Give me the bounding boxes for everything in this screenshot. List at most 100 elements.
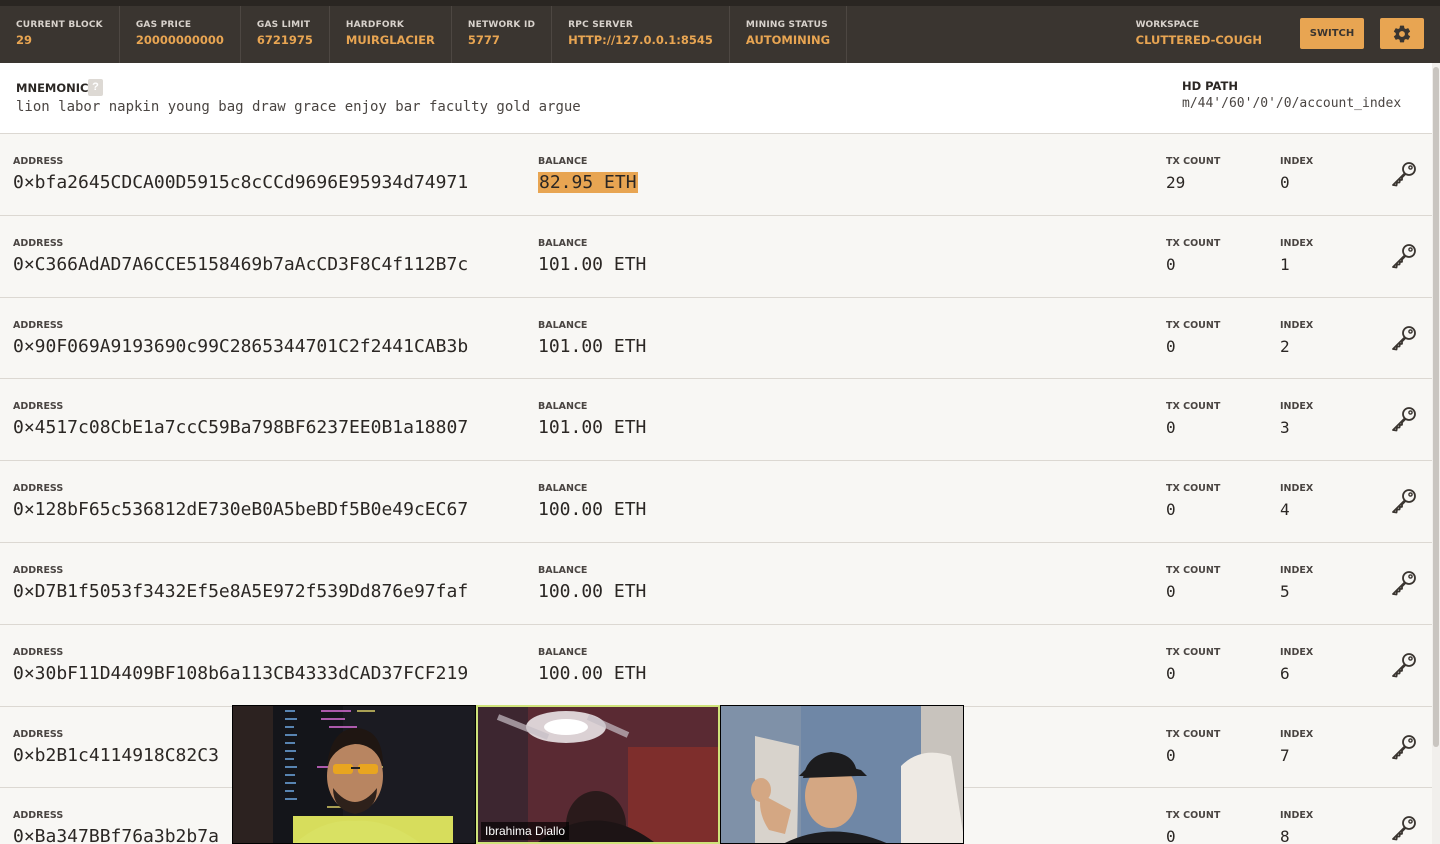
key-icon[interactable] [1390, 242, 1418, 270]
address-label: ADDRESS [13, 319, 64, 331]
account-row: ADDRESS 0×D7B1f5053f3432Ef5e8A5E972f539D… [0, 542, 1432, 625]
stat-network-id: NETWORK ID 5777 [452, 6, 553, 63]
account-balance: 100.00 ETH [538, 662, 647, 684]
key-icon[interactable] [1390, 405, 1418, 433]
participant-name: Ibrahima Diallo [481, 822, 570, 840]
stat-label: MINING STATUS [745, 20, 828, 30]
balance-label: BALANCE [538, 319, 588, 331]
address-label: ADDRESS [13, 237, 64, 249]
account-balance: 100.00 ETH [538, 580, 647, 602]
account-tx-count: 0 [1166, 500, 1176, 520]
tx-count-label: TX COUNT [1166, 728, 1221, 740]
stat-value: 29 [16, 33, 33, 47]
tx-count-label: TX COUNT [1166, 156, 1221, 167]
switch-workspace-button[interactable]: SWITCH [1300, 18, 1364, 49]
key-icon[interactable] [1390, 324, 1418, 352]
tx-count-label: TX COUNT [1166, 237, 1221, 249]
account-tx-count: 0 [1166, 336, 1176, 356]
address-label: ADDRESS [13, 646, 64, 658]
key-icon[interactable] [1390, 569, 1418, 597]
gear-icon [1393, 25, 1411, 42]
account-address: 0×C366AdAD7A6CCE5158469b7aAcCD3F8C4f112B… [13, 253, 469, 275]
tx-count-label: TX COUNT [1166, 401, 1221, 413]
account-tx-count: 0 [1166, 745, 1176, 765]
mnemonic-panel: MNEMONIC ? lion labor napkin young bag d… [0, 63, 1440, 134]
account-balance: 100.00 ETH [538, 499, 647, 521]
video-tile-1[interactable] [232, 705, 476, 844]
address-label: ADDRESS [13, 564, 64, 576]
workspace-label: WORKSPACE [1135, 20, 1200, 30]
account-tx-count: 0 [1166, 418, 1176, 438]
key-icon[interactable] [1390, 160, 1418, 188]
account-balance: 82.95 ETH [538, 172, 638, 193]
account-address: 0×90F069A9193690c99C2865344701C2f2441CAB… [13, 335, 469, 357]
key-icon[interactable] [1390, 651, 1418, 679]
account-index: 3 [1280, 418, 1290, 438]
account-index: 6 [1280, 663, 1290, 683]
balance-label: BALANCE [538, 483, 588, 495]
account-address: 0×bfa2645CDCA00D5915c8cCCd9696E95934d749… [13, 172, 469, 193]
account-address: 0×D7B1f5053f3432Ef5e8A5E972f539Dd876e97f… [13, 580, 469, 602]
balance-label: BALANCE [538, 156, 588, 167]
account-balance: 101.00 ETH [538, 417, 647, 439]
workspace-info: WORKSPACE CLUTTERED-COUGH [1136, 6, 1300, 63]
video-call-strip: Ibrahima Diallo [232, 705, 964, 844]
key-icon[interactable] [1390, 814, 1418, 842]
account-index: 4 [1280, 500, 1290, 520]
account-address: 0×30bF11D4409BF108b6a113CB4333dCAD37FCF2… [13, 662, 469, 684]
stat-label: GAS PRICE [135, 20, 192, 30]
scrollbar-thumb[interactable] [1433, 67, 1439, 747]
index-label: INDEX [1280, 646, 1314, 658]
index-label: INDEX [1280, 401, 1314, 413]
account-row: ADDRESS 0×30bF11D4409BF108b6a113CB4333dC… [0, 624, 1432, 707]
settings-button[interactable] [1380, 18, 1424, 49]
tx-count-label: TX COUNT [1166, 810, 1221, 822]
account-row: ADDRESS 0×C366AdAD7A6CCE5158469b7aAcCD3F… [0, 215, 1432, 298]
workspace-name: CLUTTERED-COUGH [1135, 33, 1262, 47]
index-label: INDEX [1280, 156, 1314, 167]
hd-path-value: m/44'/60'/0'/0/account_index [1182, 96, 1402, 111]
account-index: 5 [1280, 581, 1290, 601]
address-label: ADDRESS [13, 483, 64, 495]
stat-label: HARDFORK [345, 20, 405, 30]
stat-hardfork: HARDFORK MUIRGLACIER [330, 6, 452, 63]
account-index: 7 [1280, 745, 1290, 765]
balance-label: BALANCE [538, 564, 588, 576]
account-index: 1 [1280, 254, 1290, 274]
stat-value: 6721975 [256, 33, 313, 47]
key-icon[interactable] [1390, 487, 1418, 515]
balance-label: BALANCE [538, 646, 588, 658]
mnemonic-title: MNEMONIC [16, 81, 89, 95]
stat-gas-limit: GAS LIMIT 6721975 [241, 6, 330, 63]
balance-label: BALANCE [538, 401, 588, 413]
index-label: INDEX [1280, 810, 1314, 822]
help-icon[interactable]: ? [88, 79, 103, 96]
stat-current-block: CURRENT BLOCK 29 [0, 6, 120, 63]
stat-mining-status: MINING STATUS AUTOMINING [730, 6, 848, 63]
account-index: 0 [1280, 173, 1290, 192]
video-tile-2[interactable]: Ibrahima Diallo [476, 705, 720, 844]
account-balance: 101.00 ETH [538, 253, 647, 275]
participant-video-1 [233, 706, 475, 843]
stats-bar: CURRENT BLOCK 29 GAS PRICE 20000000000 G… [0, 0, 1440, 63]
scrollbar[interactable] [1432, 63, 1440, 844]
balance-label: BALANCE [538, 237, 588, 249]
key-icon[interactable] [1390, 733, 1418, 761]
tx-count-label: TX COUNT [1166, 483, 1221, 495]
account-index: 2 [1280, 336, 1290, 356]
video-tile-3[interactable] [720, 705, 964, 844]
account-tx-count: 29 [1166, 173, 1186, 192]
address-label: ADDRESS [13, 156, 64, 167]
stat-label: CURRENT BLOCK [16, 20, 103, 30]
account-tx-count: 0 [1166, 254, 1176, 274]
address-label: ADDRESS [13, 401, 64, 413]
stat-value: 5777 [467, 33, 500, 47]
stat-label: NETWORK ID [467, 20, 536, 30]
index-label: INDEX [1280, 319, 1314, 331]
account-row: ADDRESS 0×bfa2645CDCA00D5915c8cCCd9696E9… [0, 134, 1432, 216]
account-balance: 101.00 ETH [538, 335, 647, 357]
tx-count-label: TX COUNT [1166, 646, 1221, 658]
account-tx-count: 0 [1166, 663, 1176, 683]
stat-value: AUTOMINING [745, 33, 831, 47]
account-address: 0×128bF65c536812dE730eB0A5beBDf5B0e49cEC… [13, 499, 469, 521]
